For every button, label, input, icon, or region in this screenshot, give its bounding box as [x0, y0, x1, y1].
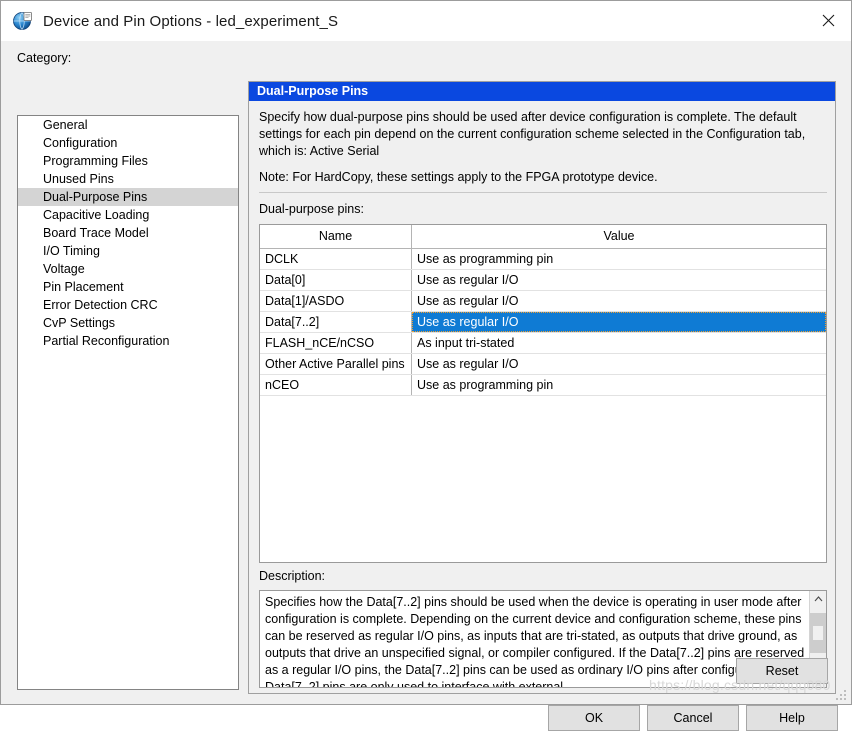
pin-name-cell: Data[7..2] [260, 312, 412, 332]
window-title: Device and Pin Options - led_experiment_… [43, 12, 339, 30]
help-button[interactable]: Help [746, 705, 838, 731]
sidebar-item-unused-pins[interactable]: Unused Pins [18, 170, 238, 188]
ok-button[interactable]: OK [548, 705, 640, 731]
panel-note-text: Note: For HardCopy, these settings apply… [259, 170, 658, 184]
sidebar-item-voltage[interactable]: Voltage [18, 260, 238, 278]
column-header-name: Name [260, 225, 412, 248]
panel-intro-text: Specify how dual-purpose pins should be … [259, 110, 806, 158]
column-header-value: Value [603, 229, 635, 243]
table-row[interactable]: Data[0] Use as regular I/O [260, 270, 826, 291]
sidebar-item-pin-placement[interactable]: Pin Placement [18, 278, 238, 296]
table-row-selected[interactable]: Data[7..2] Use as regular I/O [260, 312, 826, 333]
pin-name-cell: DCLK [260, 249, 412, 269]
pin-value-cell[interactable]: Use as programming pin [412, 375, 826, 395]
table-row[interactable]: DCLK Use as programming pin [260, 249, 826, 270]
sidebar-item-error-detection-crc[interactable]: Error Detection CRC [18, 296, 238, 314]
table-header-row: Name Value [260, 225, 826, 249]
dual-purpose-pins-table[interactable]: Name Value DCLK Use as programming pin D… [259, 224, 827, 563]
sidebar-item-general[interactable]: General [18, 116, 238, 134]
category-list[interactable]: General Configuration Programming Files … [17, 115, 239, 690]
description-label: Description: [259, 569, 325, 583]
dual-purpose-pins-panel: Dual-Purpose Pins Specify how dual-purpo… [248, 81, 836, 694]
pin-value-cell[interactable]: Use as regular I/O [412, 291, 826, 311]
title-bar: Device and Pin Options - led_experiment_… [1, 1, 851, 41]
resize-grip[interactable] [836, 690, 847, 701]
dialog-window: Device and Pin Options - led_experiment_… [0, 0, 852, 731]
panel-title: Dual-Purpose Pins [249, 82, 835, 101]
pin-name-cell: Data[0] [260, 270, 412, 290]
scrollbar-thumb[interactable] [810, 613, 826, 653]
dialog-content: Category: General Configuration Programm… [1, 41, 851, 731]
close-icon[interactable] [805, 1, 851, 39]
sidebar-item-capacitive-loading[interactable]: Capacitive Loading [18, 206, 238, 224]
table-row[interactable]: Data[1]/ASDO Use as regular I/O [260, 291, 826, 312]
pin-value-cell-selected[interactable]: Use as regular I/O [412, 312, 826, 332]
dialog-footer: OK Cancel Help [1, 664, 851, 731]
pin-value-cell[interactable]: Use as regular I/O [412, 354, 826, 374]
pin-name-cell: nCEO [260, 375, 412, 395]
sidebar-item-programming-files[interactable]: Programming Files [18, 152, 238, 170]
table-row[interactable]: Other Active Parallel pins Use as regula… [260, 354, 826, 375]
cancel-button[interactable]: Cancel [647, 705, 739, 731]
sidebar-item-io-timing[interactable]: I/O Timing [18, 242, 238, 260]
globe-icon [12, 10, 34, 32]
sidebar-item-partial-reconfiguration[interactable]: Partial Reconfiguration [18, 332, 238, 350]
category-label: Category: [17, 51, 72, 65]
dual-purpose-pins-label: Dual-purpose pins: [259, 202, 364, 216]
pin-value-cell[interactable]: As input tri-stated [412, 333, 826, 353]
scrollbar-grip [813, 626, 823, 640]
pin-value-cell[interactable]: Use as programming pin [412, 249, 826, 269]
table-row[interactable]: FLASH_nCE/nCSO As input tri-stated [260, 333, 826, 354]
pin-name-cell: Data[1]/ASDO [260, 291, 412, 311]
table-row[interactable]: nCEO Use as programming pin [260, 375, 826, 396]
section-divider [259, 192, 827, 193]
pin-name-cell: FLASH_nCE/nCSO [260, 333, 412, 353]
sidebar-item-cvp-settings[interactable]: CvP Settings [18, 314, 238, 332]
pin-value-cell[interactable]: Use as regular I/O [412, 270, 826, 290]
sidebar-item-board-trace-model[interactable]: Board Trace Model [18, 224, 238, 242]
sidebar-item-dual-purpose-pins[interactable]: Dual-Purpose Pins [18, 188, 238, 206]
scroll-up-icon[interactable] [810, 591, 826, 607]
sidebar-item-configuration[interactable]: Configuration [18, 134, 238, 152]
pin-name-cell: Other Active Parallel pins [260, 354, 412, 374]
